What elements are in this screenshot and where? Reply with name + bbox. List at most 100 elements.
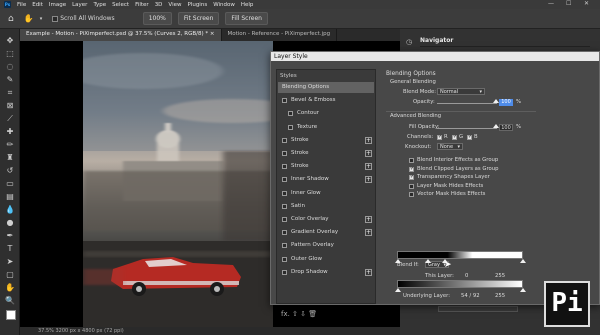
history-brush-icon[interactable]: ↺ <box>4 165 16 176</box>
move-tool-icon[interactable]: ✥ <box>4 35 16 46</box>
style-item-pattern-overlay[interactable]: Pattern Overlay <box>278 240 374 251</box>
minimize-icon[interactable]: — <box>548 0 554 7</box>
pen-tool-icon[interactable]: ✒ <box>4 230 16 241</box>
blend-option-checkbox[interactable] <box>409 166 414 172</box>
style-checkbox[interactable] <box>282 98 287 104</box>
path-select-icon[interactable]: ➤ <box>4 256 16 267</box>
document-image[interactable] <box>83 41 273 327</box>
menu-image[interactable]: Image <box>49 2 66 8</box>
maximize-icon[interactable]: ☐ <box>566 0 571 7</box>
navigator-panel-tab[interactable]: Navigator <box>420 37 453 44</box>
blend-option-checkbox[interactable] <box>409 158 414 163</box>
style-checkbox[interactable] <box>288 111 293 117</box>
healing-brush-icon[interactable]: ✚ <box>4 126 16 137</box>
this-layer-gradient[interactable] <box>397 280 523 288</box>
style-item-contour[interactable]: Contour <box>278 108 374 119</box>
tab-example-motion[interactable]: Example - Motion - PiXimperfect.psd @ 37… <box>20 29 222 41</box>
foreground-color-swatch[interactable] <box>6 310 16 320</box>
rectangle-tool-icon[interactable]: ▢ <box>4 269 16 280</box>
gradient-tool-icon[interactable]: ▤ <box>4 191 16 202</box>
style-checkbox[interactable] <box>282 151 287 156</box>
opacity-input[interactable]: 100 <box>499 99 513 106</box>
menu-type[interactable]: Type <box>93 2 106 8</box>
frame-tool-icon[interactable]: ⊠ <box>4 100 16 111</box>
add-style-icon[interactable]: + <box>365 136 372 144</box>
style-checkbox[interactable] <box>282 243 287 249</box>
close-icon[interactable]: ✕ <box>584 0 589 7</box>
scroll-all-windows-checkbox[interactable]: Scroll All Windows <box>52 15 115 22</box>
style-item-texture[interactable]: Texture <box>278 122 374 133</box>
lasso-tool-icon[interactable]: ◌ <box>4 61 16 72</box>
zoom-100-button[interactable]: 100% <box>142 12 172 25</box>
eraser-tool-icon[interactable]: ▭ <box>4 178 16 189</box>
style-item-blending-options[interactable]: Blending Options <box>278 82 374 93</box>
blur-tool-icon[interactable]: 💧 <box>4 204 16 215</box>
menu-layer[interactable]: Layer <box>72 2 87 8</box>
opacity-slider-track[interactable] <box>437 103 497 104</box>
add-style-icon[interactable]: + <box>365 229 372 237</box>
style-item-inner-shadow[interactable]: Inner Shadow + <box>278 174 374 185</box>
menu-filter[interactable]: Filter <box>135 2 149 8</box>
crop-tool-icon[interactable]: ⌗ <box>4 87 16 98</box>
style-item-inner-glow[interactable]: Inner Glow <box>278 188 374 199</box>
this-layer-black-knob[interactable] <box>395 288 401 292</box>
style-checkbox[interactable] <box>288 124 293 130</box>
navigator-zoom-slider[interactable] <box>438 306 518 312</box>
style-item-satin[interactable]: Satin <box>278 201 374 212</box>
quick-select-tool-icon[interactable]: ✎ <box>4 74 16 85</box>
type-tool-icon[interactable]: T <box>4 243 16 254</box>
zoom-tool-icon[interactable]: 🔍 <box>4 295 16 306</box>
hand-tool-icon[interactable]: ✋ <box>4 282 16 293</box>
add-style-icon[interactable]: + <box>365 163 372 171</box>
style-checkbox[interactable] <box>282 269 287 275</box>
blend-mode-select[interactable]: Normal ▾ <box>437 88 485 95</box>
blend-option-checkbox[interactable] <box>409 192 414 197</box>
underlying-split-knob-left[interactable] <box>425 259 431 263</box>
add-style-icon[interactable]: + <box>365 176 372 184</box>
fit-screen-button[interactable]: Fit Screen <box>177 12 220 25</box>
style-item-drop-shadow[interactable]: Drop Shadow + <box>278 267 374 278</box>
style-item-gradient-overlay[interactable]: Gradient Overlay + <box>278 227 374 238</box>
style-item-bevel-emboss[interactable]: Bevel & Emboss <box>278 95 374 106</box>
channel-g-checkbox[interactable] <box>452 134 457 140</box>
home-icon[interactable]: ⌂ <box>8 14 14 24</box>
menu-edit[interactable]: Edit <box>32 2 43 8</box>
blend-option-checkbox[interactable] <box>409 174 414 180</box>
style-checkbox[interactable] <box>282 230 287 236</box>
brush-tool-icon[interactable]: ✏ <box>4 139 16 150</box>
channel-r-checkbox[interactable] <box>437 134 442 140</box>
style-checkbox[interactable] <box>282 203 287 209</box>
underlying-white-knob[interactable] <box>520 259 526 263</box>
eyedropper-tool-icon[interactable]: ⟋ <box>4 113 16 124</box>
style-item-stroke[interactable]: Stroke + <box>278 161 374 172</box>
menu-plugins[interactable]: Plugins <box>187 2 207 8</box>
menu-window[interactable]: Window <box>213 2 235 8</box>
knockout-select[interactable]: None ▾ <box>437 143 463 150</box>
style-checkbox[interactable] <box>282 164 287 170</box>
history-panel-icon[interactable]: ◷ <box>403 38 415 48</box>
tab-motion-reference[interactable]: Motion - Reference - PiXimperfect.jpg <box>222 29 338 41</box>
style-item-stroke[interactable]: Stroke + <box>278 135 374 146</box>
fill-screen-button[interactable]: Fill Screen <box>225 12 268 25</box>
add-style-icon[interactable]: + <box>365 150 372 157</box>
style-checkbox[interactable] <box>282 256 287 262</box>
style-item-outer-glow[interactable]: Outer Glow <box>278 254 374 265</box>
menu-select[interactable]: Select <box>112 2 129 8</box>
style-item-stroke[interactable]: Stroke + <box>278 148 374 159</box>
fill-opacity-input[interactable]: 100 <box>499 124 513 131</box>
underlying-black-knob[interactable] <box>395 259 401 263</box>
this-layer-white-knob[interactable] <box>520 288 526 292</box>
add-style-icon[interactable]: + <box>365 268 372 276</box>
menu-view[interactable]: View <box>168 2 181 8</box>
menu-3d[interactable]: 3D <box>155 2 163 8</box>
underlying-layer-gradient[interactable] <box>397 251 523 259</box>
dodge-tool-icon[interactable]: ● <box>4 217 16 228</box>
styles-footer-icons[interactable]: fx. ⇧ ⇩ 🗑 <box>281 310 317 318</box>
hand-tool-dropdown-icon[interactable]: ▾ <box>40 16 43 22</box>
style-checkbox[interactable] <box>282 190 287 196</box>
style-checkbox[interactable] <box>282 137 287 143</box>
style-checkbox[interactable] <box>282 217 287 222</box>
menu-file[interactable]: File <box>17 2 26 8</box>
stamp-tool-icon[interactable]: ♜ <box>4 152 16 163</box>
style-item-color-overlay[interactable]: Color Overlay + <box>278 214 374 225</box>
